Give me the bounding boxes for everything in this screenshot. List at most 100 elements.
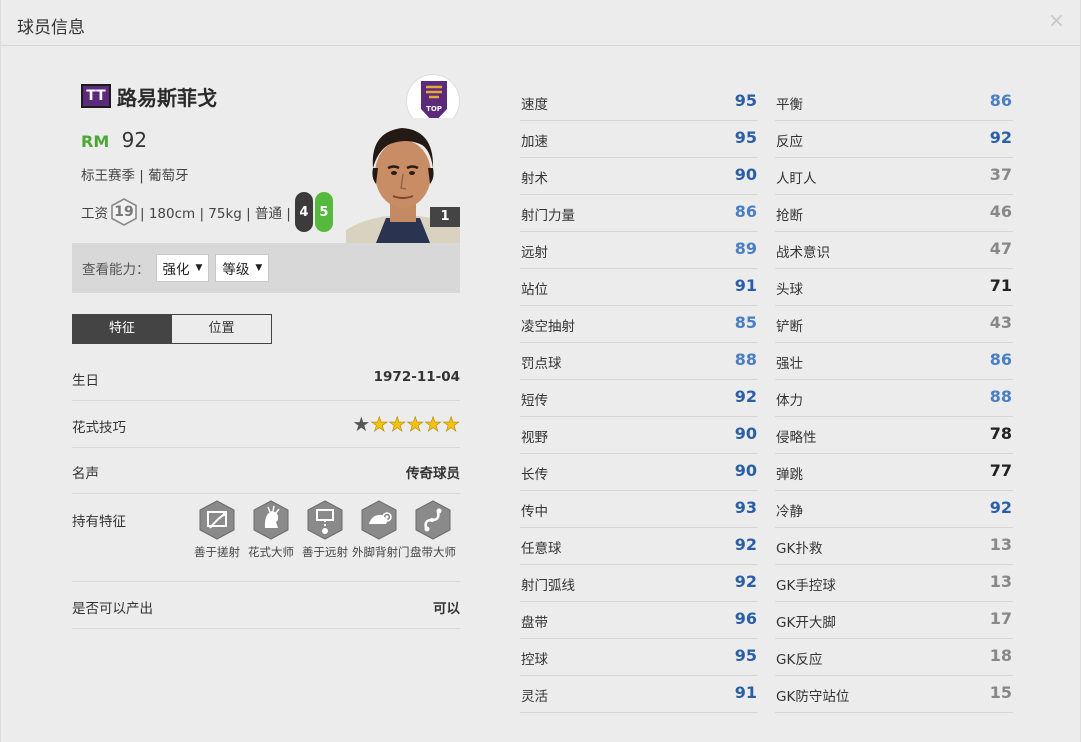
stat-value: 95: [734, 646, 757, 665]
produce-label: 是否可以产出: [72, 601, 153, 617]
stat-row: 加速 95: [520, 121, 758, 158]
stat-value: 88: [989, 387, 1012, 406]
trait-item[interactable]: 花式大师: [244, 500, 298, 560]
produce-value: 可以: [433, 601, 460, 617]
stat-name: 罚点球: [521, 356, 562, 372]
star-icon: ★: [388, 412, 407, 436]
stat-name: 任意球: [521, 541, 562, 557]
stat-row: 任意球 92: [520, 528, 758, 565]
level-select-value: 等级: [222, 262, 250, 278]
ability-filter-bar: 查看能力： 强化 ▼ 等级 ▼: [72, 243, 460, 293]
stat-name: 反应: [776, 134, 803, 150]
stat-value: 91: [734, 276, 757, 295]
birthday-value: 1972-11-04: [373, 369, 460, 385]
stat-row: 侵略性 78: [775, 417, 1013, 454]
flair-icon: [252, 500, 290, 540]
stat-name: 平衡: [776, 97, 803, 113]
stat-name: 长传: [521, 467, 548, 483]
stat-value: 92: [734, 572, 757, 591]
stat-row: 弹跳 77: [775, 454, 1013, 491]
stat-value: 92: [734, 387, 757, 406]
stat-row: 凌空抽射 85: [520, 306, 758, 343]
stat-name: 射术: [521, 171, 548, 187]
skill-stars: ★ ★ ★ ★ ★ ★: [352, 412, 460, 436]
trait-item[interactable]: 善于远射: [298, 500, 352, 560]
stat-row: 体力 88: [775, 380, 1013, 417]
stat-row: 人盯人 37: [775, 158, 1013, 195]
stat-name: 视野: [521, 430, 548, 446]
stat-row: 控球 95: [520, 639, 758, 676]
trait-list: 善于搓射 花式大师 善于远射 外脚背射门 盘带大师: [190, 500, 460, 560]
stat-row: 长传 90: [520, 454, 758, 491]
stat-row: GK手控球 13: [775, 565, 1013, 602]
stat-value: 90: [734, 165, 757, 184]
card-level-badge: 1: [430, 207, 460, 227]
stat-row: 视野 90: [520, 417, 758, 454]
skill-moves-row: 花式技巧 ★ ★ ★ ★ ★ ★: [72, 412, 460, 448]
trait-item[interactable]: 盘带大师: [406, 500, 460, 560]
stat-value: 15: [989, 683, 1012, 702]
stat-value: 86: [989, 91, 1012, 110]
stat-row: 射门弧线 92: [520, 565, 758, 602]
star-icon: ★: [424, 412, 443, 436]
title-bar: 球员信息 ×: [1, 0, 1080, 46]
birthday-row: 生日 1972-11-04: [72, 369, 460, 401]
stat-row: 射门力量 86: [520, 195, 758, 232]
position-rating: RM 92: [81, 128, 147, 152]
stat-name: 控球: [521, 652, 548, 668]
trait-item[interactable]: 善于搓射: [190, 500, 244, 560]
stat-row: GK防守站位 15: [775, 676, 1013, 713]
produce-row: 是否可以产出 可以: [72, 597, 460, 629]
stat-name: 体力: [776, 393, 803, 409]
stat-value: 92: [989, 128, 1012, 147]
stat-value: 47: [989, 239, 1012, 258]
stat-value: 86: [989, 350, 1012, 369]
stat-value: 13: [989, 535, 1012, 554]
dribble-master-icon: [414, 500, 452, 540]
stat-value: 17: [989, 609, 1012, 628]
stat-value: 86: [734, 202, 757, 221]
stat-name: 射门力量: [521, 208, 575, 224]
stat-value: 93: [734, 498, 757, 517]
close-icon[interactable]: ×: [1048, 10, 1065, 30]
skill-moves-label: 花式技巧: [72, 420, 126, 436]
stat-value: 92: [734, 535, 757, 554]
trait-item[interactable]: 外脚背射门: [352, 500, 410, 560]
stat-row: 战术意识 47: [775, 232, 1013, 269]
stat-name: 盘带: [521, 615, 548, 631]
stat-value: 89: [734, 239, 757, 258]
stat-value: 77: [989, 461, 1012, 480]
stat-row: 远射 89: [520, 232, 758, 269]
stat-value: 13: [989, 572, 1012, 591]
level-select[interactable]: 等级 ▼: [215, 254, 270, 282]
stat-name: 加速: [521, 134, 548, 150]
salary-hex-icon: 19: [111, 198, 137, 226]
stat-name: GK防守站位: [776, 689, 850, 705]
stat-row: 站位 91: [520, 269, 758, 306]
stat-value: 90: [734, 424, 757, 443]
right-foot-badge: 5: [314, 192, 333, 232]
stat-value: 88: [734, 350, 757, 369]
card-type-badge: TT: [81, 84, 111, 108]
tab-positions[interactable]: 位置: [172, 314, 272, 344]
salary-value: 19: [114, 204, 134, 220]
stat-name: 凌空抽射: [521, 319, 575, 335]
stat-name: 铲断: [776, 319, 803, 335]
stat-row: 灵活 91: [520, 676, 758, 713]
stat-name: 抢断: [776, 208, 803, 224]
stat-value: 71: [989, 276, 1012, 295]
stat-value: 91: [734, 683, 757, 702]
stat-name: 远射: [521, 245, 548, 261]
tab-traits[interactable]: 特征: [72, 314, 172, 344]
stat-value: 96: [734, 609, 757, 628]
stat-value: 95: [734, 128, 757, 147]
stat-name: 速度: [521, 97, 548, 113]
body-info: | 180cm | 75kg | 普通 |: [140, 206, 291, 222]
enhance-select[interactable]: 强化 ▼: [155, 254, 210, 282]
stat-value: 78: [989, 424, 1012, 443]
stat-row: 盘带 96: [520, 602, 758, 639]
info-tabs: 特征 位置: [72, 314, 272, 344]
star-icon: ★: [406, 412, 425, 436]
enhance-select-value: 强化: [162, 262, 190, 278]
star-icon: ★: [352, 412, 371, 436]
